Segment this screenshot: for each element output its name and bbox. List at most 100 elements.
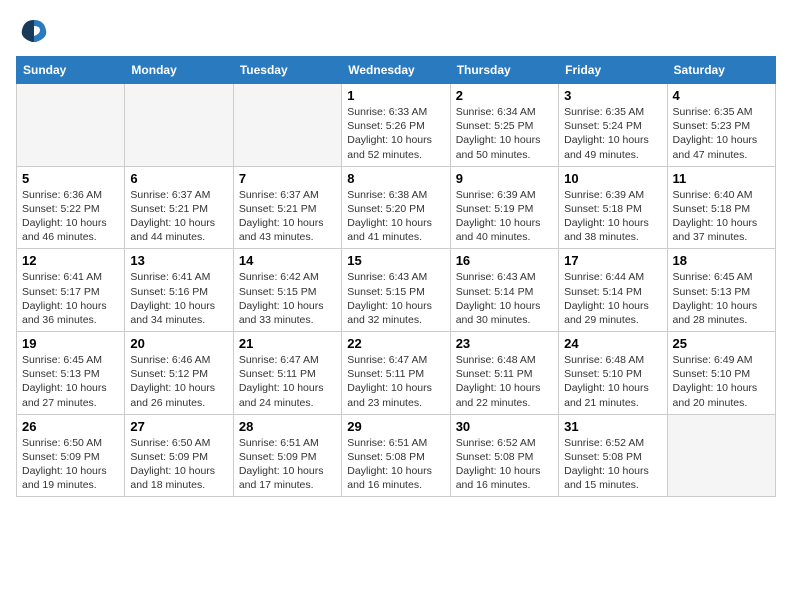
day-info: Sunrise: 6:41 AM Sunset: 5:16 PM Dayligh… (130, 270, 227, 327)
calendar-day-15: 15Sunrise: 6:43 AM Sunset: 5:15 PM Dayli… (342, 249, 450, 332)
day-info: Sunrise: 6:43 AM Sunset: 5:15 PM Dayligh… (347, 270, 444, 327)
calendar-day-14: 14 Sunrise: 6:42 AM Sunset: 5:15 PM Dayli… (233, 249, 341, 332)
calendar-empty (667, 414, 775, 497)
day-info: Sunrise: 6:39 AM Sunset: 5:18 PM Dayligh… (564, 188, 661, 245)
day-info: Sunrise: 6:41 AM Sunset: 5:17 PM Dayligh… (22, 270, 119, 327)
day-number: 1 (347, 88, 444, 103)
day-info: Sunrise: 6:45 AM Sunset: 5:13 PM Dayligh… (673, 270, 770, 327)
weekday-header-wednesday: Wednesday (342, 57, 450, 84)
day-number: 25 (673, 336, 770, 351)
calendar-day-1: 1Sunrise: 6:33 AM Sunset: 5:26 PM Daylig… (342, 84, 450, 167)
calendar-week-row: 1Sunrise: 6:33 AM Sunset: 5:26 PM Daylig… (17, 84, 776, 167)
day-number: 7 (239, 171, 336, 186)
calendar-empty (17, 84, 125, 167)
day-info: Sunrise: 6:42 AM Sunset: 5:15 PM Dayligh… (239, 270, 336, 327)
day-number: 9 (456, 171, 553, 186)
day-number: 2 (456, 88, 553, 103)
weekday-header-friday: Friday (559, 57, 667, 84)
calendar-day-6: 6Sunrise: 6:37 AM Sunset: 5:21 PM Daylig… (125, 166, 233, 249)
day-number: 12 (22, 253, 119, 268)
day-number: 10 (564, 171, 661, 186)
day-info: Sunrise: 6:50 AM Sunset: 5:09 PM Dayligh… (22, 436, 119, 493)
calendar-day-19: 19Sunrise: 6:45 AM Sunset: 5:13 PM Dayli… (17, 332, 125, 415)
weekday-header-sunday: Sunday (17, 57, 125, 84)
calendar-day-9: 9 Sunrise: 6:39 AM Sunset: 5:19 PM Daylig… (450, 166, 558, 249)
day-number: 21 (239, 336, 336, 351)
day-info: Sunrise: 6:37 AM Sunset: 5:21 PM Dayligh… (239, 188, 336, 245)
day-info: Sunrise: 6:38 AM Sunset: 5:20 PM Dayligh… (347, 188, 444, 245)
calendar-day-29: 29 Sunrise: 6:51 AM Sunset: 5:08 PM Dayli… (342, 414, 450, 497)
calendar-day-20: 20 Sunrise: 6:46 AM Sunset: 5:12 PM Dayli… (125, 332, 233, 415)
day-number: 8 (347, 171, 444, 186)
page-header (16, 16, 776, 46)
calendar-day-21: 21 Sunrise: 6:47 AM Sunset: 5:11 PM Dayli… (233, 332, 341, 415)
calendar-week-row: 19Sunrise: 6:45 AM Sunset: 5:13 PM Dayli… (17, 332, 776, 415)
day-number: 28 (239, 419, 336, 434)
day-info: Sunrise: 6:44 AM Sunset: 5:14 PM Dayligh… (564, 270, 661, 327)
day-number: 5 (22, 171, 119, 186)
calendar-week-row: 12 Sunrise: 6:41 AM Sunset: 5:17 PM Dayli… (17, 249, 776, 332)
day-info: Sunrise: 6:47 AM Sunset: 5:11 PM Dayligh… (347, 353, 444, 410)
day-number: 26 (22, 419, 119, 434)
day-info: Sunrise: 6:43 AM Sunset: 5:14 PM Dayligh… (456, 270, 553, 327)
weekday-header-saturday: Saturday (667, 57, 775, 84)
day-number: 3 (564, 88, 661, 103)
day-info: Sunrise: 6:34 AM Sunset: 5:25 PM Dayligh… (456, 105, 553, 162)
calendar-day-8: 8 Sunrise: 6:38 AM Sunset: 5:20 PM Daylig… (342, 166, 450, 249)
day-info: Sunrise: 6:45 AM Sunset: 5:13 PM Dayligh… (22, 353, 119, 410)
calendar-week-row: 26 Sunrise: 6:50 AM Sunset: 5:09 PM Dayli… (17, 414, 776, 497)
day-info: Sunrise: 6:49 AM Sunset: 5:10 PM Dayligh… (673, 353, 770, 410)
day-number: 11 (673, 171, 770, 186)
day-info: Sunrise: 6:48 AM Sunset: 5:11 PM Dayligh… (456, 353, 553, 410)
day-info: Sunrise: 6:47 AM Sunset: 5:11 PM Dayligh… (239, 353, 336, 410)
day-number: 16 (456, 253, 553, 268)
day-number: 14 (239, 253, 336, 268)
day-info: Sunrise: 6:39 AM Sunset: 5:19 PM Dayligh… (456, 188, 553, 245)
calendar-day-5: 5Sunrise: 6:36 AM Sunset: 5:22 PM Daylig… (17, 166, 125, 249)
calendar-week-row: 5Sunrise: 6:36 AM Sunset: 5:22 PM Daylig… (17, 166, 776, 249)
day-info: Sunrise: 6:52 AM Sunset: 5:08 PM Dayligh… (564, 436, 661, 493)
day-info: Sunrise: 6:51 AM Sunset: 5:09 PM Dayligh… (239, 436, 336, 493)
calendar-day-28: 28 Sunrise: 6:51 AM Sunset: 5:09 PM Dayli… (233, 414, 341, 497)
calendar-day-17: 17 Sunrise: 6:44 AM Sunset: 5:14 PM Dayli… (559, 249, 667, 332)
day-number: 6 (130, 171, 227, 186)
calendar-day-11: 11Sunrise: 6:40 AM Sunset: 5:18 PM Dayli… (667, 166, 775, 249)
calendar-day-22: 22 Sunrise: 6:47 AM Sunset: 5:11 PM Dayli… (342, 332, 450, 415)
weekday-header-thursday: Thursday (450, 57, 558, 84)
calendar-day-12: 12 Sunrise: 6:41 AM Sunset: 5:17 PM Dayli… (17, 249, 125, 332)
day-number: 20 (130, 336, 227, 351)
calendar-empty (233, 84, 341, 167)
calendar-day-3: 3 Sunrise: 6:35 AM Sunset: 5:24 PM Daylig… (559, 84, 667, 167)
day-number: 18 (673, 253, 770, 268)
day-info: Sunrise: 6:46 AM Sunset: 5:12 PM Dayligh… (130, 353, 227, 410)
calendar-day-26: 26 Sunrise: 6:50 AM Sunset: 5:09 PM Dayli… (17, 414, 125, 497)
day-info: Sunrise: 6:50 AM Sunset: 5:09 PM Dayligh… (130, 436, 227, 493)
calendar-day-18: 18 Sunrise: 6:45 AM Sunset: 5:13 PM Dayli… (667, 249, 775, 332)
day-number: 22 (347, 336, 444, 351)
day-number: 30 (456, 419, 553, 434)
day-number: 13 (130, 253, 227, 268)
calendar-day-31: 31 Sunrise: 6:52 AM Sunset: 5:08 PM Dayli… (559, 414, 667, 497)
day-info: Sunrise: 6:48 AM Sunset: 5:10 PM Dayligh… (564, 353, 661, 410)
day-info: Sunrise: 6:35 AM Sunset: 5:24 PM Dayligh… (564, 105, 661, 162)
calendar-empty (125, 84, 233, 167)
day-number: 27 (130, 419, 227, 434)
calendar-day-25: 25 Sunrise: 6:49 AM Sunset: 5:10 PM Dayli… (667, 332, 775, 415)
calendar-day-27: 27 Sunrise: 6:50 AM Sunset: 5:09 PM Dayli… (125, 414, 233, 497)
calendar-day-23: 23 Sunrise: 6:48 AM Sunset: 5:11 PM Dayli… (450, 332, 558, 415)
calendar-day-2: 2 Sunrise: 6:34 AM Sunset: 5:25 PM Daylig… (450, 84, 558, 167)
calendar-day-24: 24 Sunrise: 6:48 AM Sunset: 5:10 PM Dayli… (559, 332, 667, 415)
day-number: 24 (564, 336, 661, 351)
day-number: 31 (564, 419, 661, 434)
day-number: 4 (673, 88, 770, 103)
day-number: 23 (456, 336, 553, 351)
logo (16, 16, 56, 46)
weekday-header-row: SundayMondayTuesdayWednesdayThursdayFrid… (17, 57, 776, 84)
calendar-day-10: 10 Sunrise: 6:39 AM Sunset: 5:18 PM Dayli… (559, 166, 667, 249)
day-number: 29 (347, 419, 444, 434)
calendar-table: SundayMondayTuesdayWednesdayThursdayFrid… (16, 56, 776, 497)
calendar-day-7: 7 Sunrise: 6:37 AM Sunset: 5:21 PM Daylig… (233, 166, 341, 249)
day-info: Sunrise: 6:51 AM Sunset: 5:08 PM Dayligh… (347, 436, 444, 493)
weekday-header-monday: Monday (125, 57, 233, 84)
day-number: 17 (564, 253, 661, 268)
